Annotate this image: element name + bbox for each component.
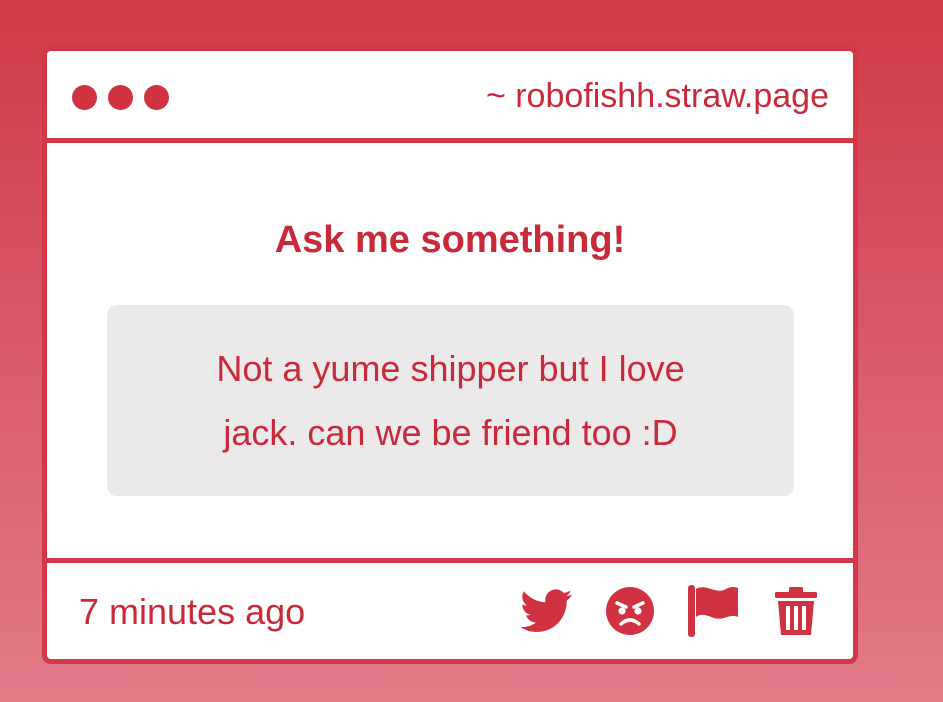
- twitter-icon: [521, 589, 573, 633]
- question-card: ~ robofishh.straw.page Ask me something!…: [42, 46, 858, 664]
- card-footer: 7 minutes ago: [47, 558, 853, 659]
- question-content: Ask me something! Not a yume shipper but…: [47, 143, 853, 563]
- react-angry-button[interactable]: [603, 583, 657, 639]
- question-box: Not a yume shipper but I love jack. can …: [107, 305, 794, 496]
- question-line-2: jack. can we be friend too :D: [223, 411, 678, 453]
- window-dot: [108, 85, 133, 110]
- window-titlebar: ~ robofishh.straw.page: [47, 51, 853, 143]
- share-twitter-button[interactable]: [520, 583, 574, 639]
- action-icons: [520, 583, 823, 639]
- angry-face-icon: [606, 587, 654, 635]
- report-flag-button[interactable]: [686, 583, 740, 639]
- page-title: Ask me something!: [274, 219, 626, 261]
- window-dot: [144, 85, 169, 110]
- timestamp: 7 minutes ago: [79, 591, 306, 632]
- delete-button[interactable]: [769, 583, 823, 639]
- question-line-1: Not a yume shipper but I love: [216, 347, 685, 389]
- question-text: Not a yume shipper but I love jack. can …: [216, 337, 684, 465]
- window-controls: [72, 85, 169, 110]
- window-dot: [72, 85, 97, 110]
- flag-icon: [688, 585, 738, 637]
- site-url[interactable]: ~ robofishh.straw.page: [486, 77, 829, 116]
- trash-icon: [775, 587, 817, 635]
